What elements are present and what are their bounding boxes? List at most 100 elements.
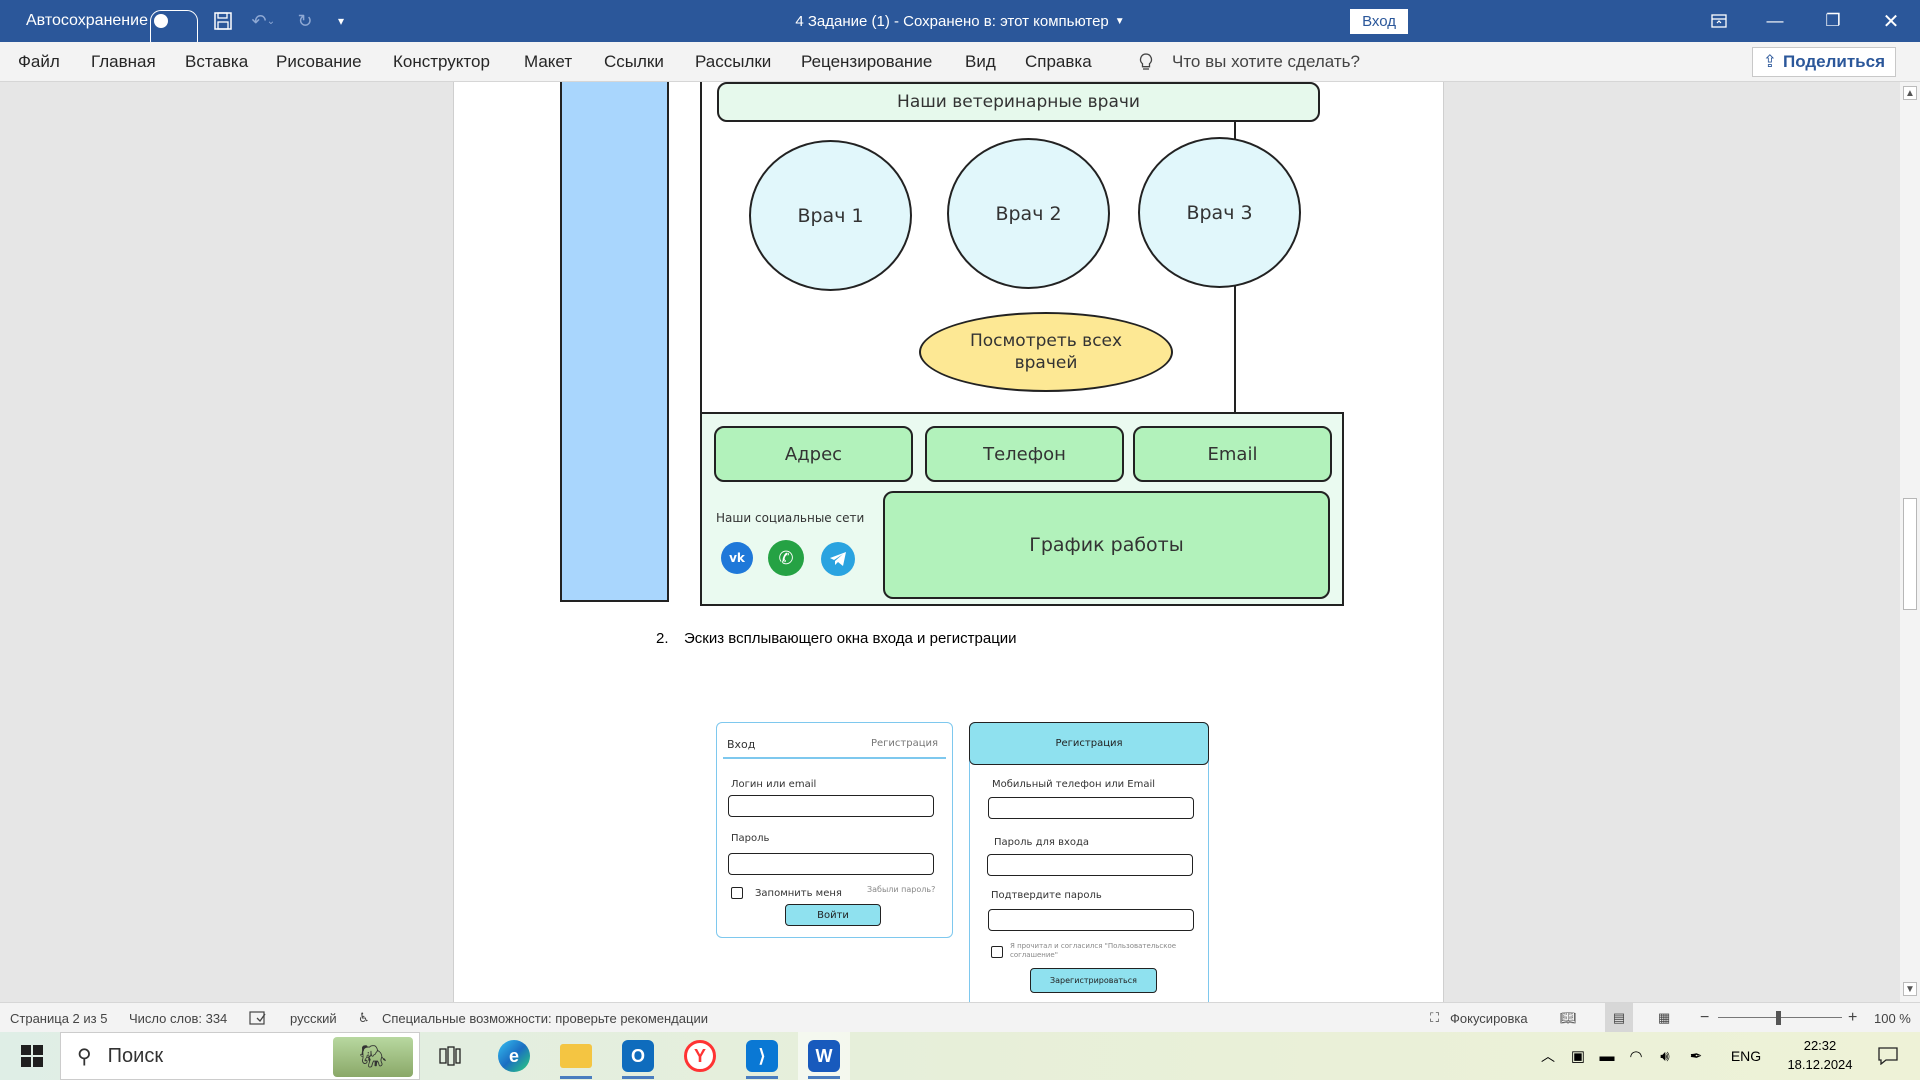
caption-number: 2. xyxy=(656,630,669,647)
taskbar-search[interactable]: ⚲ Поиск 🐘︎ xyxy=(60,1032,420,1080)
signin-button[interactable]: Вход xyxy=(1350,9,1408,34)
tab-insert[interactable]: Вставка xyxy=(185,42,248,82)
reg-password-label: Пароль для входа xyxy=(994,837,1090,848)
remember-label: Запомнить меня xyxy=(755,888,842,899)
taskbar: ⚲ Поиск 🐘︎ e O Y ⟩ W ︿ ▣ ▬ ◠ 🔊︎ ✒︎ ENG 2… xyxy=(0,1032,1920,1080)
tab-file[interactable]: Файл xyxy=(18,42,60,82)
zoom-slider-handle[interactable] xyxy=(1776,1011,1781,1025)
caption-text: Эскиз всплывающего окна входа и регистра… xyxy=(684,630,1017,647)
caption-item: 2. Эскиз всплывающего окна входа и регист… xyxy=(656,630,1017,647)
document-page[interactable]: Наши ветеринарные врачи Врач 1 Врач 2 Вр… xyxy=(453,82,1444,1002)
outlook-glyph: O xyxy=(622,1040,654,1072)
proofing-icon[interactable] xyxy=(249,1003,267,1033)
tab-help[interactable]: Справка xyxy=(1025,42,1092,82)
phone-field-label: Мобильный телефон или Email xyxy=(992,779,1156,790)
register-tab: Регистрация xyxy=(871,738,939,749)
clock-date: 18.12.2024 xyxy=(1787,1057,1853,1072)
active-indicator xyxy=(808,1076,840,1079)
share-label: Поделиться xyxy=(1782,52,1885,71)
focus-mode[interactable]: Фокусировка xyxy=(1450,1003,1528,1033)
share-button[interactable]: ⇪ Поделиться xyxy=(1751,47,1896,77)
chevron-up-icon[interactable]: ︿ xyxy=(1536,1032,1560,1080)
task-view-icon[interactable] xyxy=(424,1032,476,1080)
customize-toolbar-icon[interactable]: ▾ xyxy=(326,0,356,42)
view-all-doctors-oval: Посмотреть всех врачей xyxy=(919,312,1173,392)
read-mode-icon[interactable]: 📖︎ xyxy=(1560,1003,1577,1033)
tab-mailings[interactable]: Рассылки xyxy=(695,42,771,82)
agree-checkbox xyxy=(991,946,1003,958)
meet-now-icon[interactable]: ▣ xyxy=(1566,1032,1590,1080)
vscode-glyph: ⟩ xyxy=(746,1040,778,1072)
scroll-down-icon[interactable]: ▼ xyxy=(1903,982,1917,996)
tab-home[interactable]: Главная xyxy=(91,42,156,82)
word-count[interactable]: Число слов: 334 xyxy=(129,1003,227,1033)
close-icon[interactable]: ✕ xyxy=(1868,0,1914,42)
accessibility-icon[interactable]: ♿︎ xyxy=(358,1003,370,1033)
tab-review[interactable]: Рецензирование xyxy=(801,42,932,82)
telegram-icon xyxy=(821,542,855,576)
search-icon: ⚲ xyxy=(77,1045,92,1068)
whatsapp-icon: ✆ xyxy=(768,540,804,576)
confirm-password-label: Подтвердите пароль xyxy=(991,890,1102,901)
tab-layout[interactable]: Макет xyxy=(524,42,572,82)
redo-icon[interactable]: ↻ xyxy=(290,0,320,42)
schedule-box: График работы xyxy=(883,491,1330,599)
active-indicator xyxy=(560,1076,592,1079)
input-language[interactable]: ENG xyxy=(1722,1032,1770,1080)
tab-design[interactable]: Конструктор xyxy=(393,42,490,82)
outlook-icon[interactable]: O xyxy=(612,1032,664,1080)
contact-address: Адрес xyxy=(714,426,913,482)
yandex-browser-icon[interactable]: Y xyxy=(674,1032,726,1080)
document-title: 4 Задание (1) - Сохранено в: этот компью… xyxy=(0,0,1920,42)
focus-icon[interactable]: ⛶ xyxy=(1430,1003,1439,1033)
tab-view[interactable]: Вид xyxy=(965,42,996,82)
zoom-in-icon[interactable]: + xyxy=(1848,1003,1857,1033)
save-icon[interactable] xyxy=(208,0,238,42)
web-layout-icon[interactable]: ▦ xyxy=(1658,1003,1670,1033)
login-field-label: Логин или email xyxy=(731,779,817,790)
file-explorer-icon[interactable] xyxy=(550,1032,602,1080)
scroll-up-icon[interactable]: ▲ xyxy=(1903,86,1917,100)
vertical-scrollbar[interactable]: ▲ ▼ xyxy=(1900,82,1920,1002)
social-label: Наши социальные сети xyxy=(716,511,865,525)
status-bar: Страница 2 из 5 Число слов: 334 русский … xyxy=(0,1002,1920,1033)
phone-field xyxy=(988,797,1194,819)
login-tab: Вход xyxy=(727,738,756,751)
zoom-out-icon[interactable]: − xyxy=(1700,1003,1709,1033)
battery-icon[interactable]: ▬ xyxy=(1594,1032,1620,1080)
edge-icon[interactable]: e xyxy=(488,1032,540,1080)
restore-icon[interactable]: ❐ xyxy=(1810,0,1856,42)
scrollbar-thumb[interactable] xyxy=(1903,498,1917,610)
ribbon-display-icon[interactable] xyxy=(1696,0,1742,42)
page-count[interactable]: Страница 2 из 5 xyxy=(10,1003,107,1033)
sketch-sidebar xyxy=(560,82,669,602)
title-bar: Автосохранение ↶ ⌄ ↻ ▾ 4 Задание (1) - С… xyxy=(0,0,1920,52)
undo-dropdown-icon[interactable]: ⌄ xyxy=(264,0,278,42)
tell-me-search[interactable]: Что вы хотите сделать? xyxy=(1172,42,1360,82)
tab-draw[interactable]: Рисование xyxy=(276,42,362,82)
document-title-text[interactable]: 4 Задание (1) - Сохранено в: этот компью… xyxy=(795,13,1108,30)
edge-glyph: e xyxy=(498,1040,530,1072)
zoom-level[interactable]: 100 % xyxy=(1874,1003,1911,1033)
chevron-down-icon[interactable]: ▼ xyxy=(1115,16,1125,27)
lightbulb-icon xyxy=(1138,42,1154,82)
pen-icon[interactable]: ✒︎ xyxy=(1684,1032,1708,1080)
password-field-label: Пароль xyxy=(731,833,770,844)
volume-icon[interactable]: 🔊︎ xyxy=(1652,1032,1678,1080)
taskbar-search-placeholder: Поиск xyxy=(107,1044,164,1067)
login-submit-button: Войти xyxy=(785,904,881,926)
register-submit-button: Зарегистрироваться xyxy=(1030,968,1157,993)
vscode-icon[interactable]: ⟩ xyxy=(736,1032,788,1080)
print-layout-icon[interactable]: ▤ xyxy=(1605,1003,1633,1033)
accessibility-status[interactable]: Специальные возможности: проверьте реком… xyxy=(382,1003,708,1033)
tab-references[interactable]: Ссылки xyxy=(604,42,664,82)
wifi-icon[interactable]: ◠ xyxy=(1624,1032,1648,1080)
start-button[interactable] xyxy=(12,1032,52,1080)
clock[interactable]: 22:32 18.12.2024 xyxy=(1770,1032,1870,1080)
minimize-icon[interactable]: — xyxy=(1752,0,1798,42)
agree-label: Я прочитал и согласился "Пользовательско… xyxy=(1010,942,1177,960)
search-highlight-image: 🐘︎ xyxy=(333,1037,413,1077)
language-indicator[interactable]: русский xyxy=(290,1003,337,1033)
word-icon[interactable]: W xyxy=(798,1032,850,1080)
notifications-icon[interactable] xyxy=(1868,1032,1908,1080)
